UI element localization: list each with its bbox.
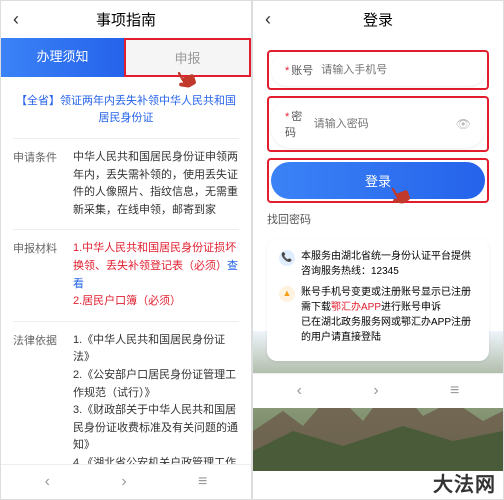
back-icon[interactable]: ‹ <box>265 9 271 30</box>
row-label: 申请条件 <box>13 149 73 219</box>
row-value: 1.中华人民共和国居民身份证损坏换领、丢失补领登记表（必须）查看 2.居民户口簿… <box>73 240 239 310</box>
password-label: 密码 <box>285 108 306 140</box>
page-title: 事项指南 <box>96 9 156 30</box>
nav-back-icon[interactable]: ‹ <box>45 473 50 491</box>
forgot-password-link[interactable]: 找回密码 <box>267 211 489 227</box>
nav-menu-icon[interactable]: ≡ <box>450 382 459 400</box>
nav-back-icon[interactable]: ‹ <box>297 382 302 400</box>
page-title: 登录 <box>363 9 393 30</box>
login-form: 账号 密码 👁 登录 找回密码 📞 <box>253 38 503 373</box>
guide-screen: ‹ 事项指南 办理须知 申报 【全省】领证两年内丢失补领中华人民共和国居民身份证… <box>0 0 252 500</box>
nav-forward-icon[interactable]: › <box>373 382 378 400</box>
account-input[interactable] <box>321 64 471 76</box>
password-input[interactable] <box>314 118 456 130</box>
password-field[interactable]: 密码 👁 <box>271 100 485 148</box>
password-field-highlight: 密码 👁 <box>267 96 489 152</box>
eye-icon[interactable]: 👁 <box>456 117 471 131</box>
nav-forward-icon[interactable]: › <box>121 473 126 491</box>
account-label: 账号 <box>285 62 313 78</box>
row-value: 中华人民共和国居民身份证申领两年内，丢失需补领的，使用丢失证件的人像照片、指纹信… <box>73 149 239 219</box>
pointer-hand-icon <box>175 66 203 101</box>
row-value: 1.《中华人民共和国居民身份证法》 2.《公安部户口居民身份证管理工作规范（试行… <box>73 332 239 464</box>
warning-icon: ▲ <box>279 286 295 302</box>
row-legal: 法律依据 1.《中华人民共和国居民身份证法》 2.《公安部户口居民身份证管理工作… <box>13 321 239 464</box>
pointer-hand-icon <box>389 182 417 217</box>
back-icon[interactable]: ‹ <box>13 9 19 30</box>
tab-notice[interactable]: 办理须知 <box>1 38 124 77</box>
header: ‹ 登录 <box>253 1 503 38</box>
account-field[interactable]: 账号 <box>271 54 485 86</box>
bottom-nav: ‹ › ≡ <box>253 373 503 408</box>
nav-menu-icon[interactable]: ≡ <box>198 473 207 491</box>
phone-icon: 📞 <box>279 250 295 266</box>
row-materials: 申报材料 1.中华人民共和国居民身份证损坏换领、丢失补领登记表（必须）查看 2.… <box>13 229 239 320</box>
info-box: 📞 本服务由湖北省统一身份认证平台提供 咨询服务热线：12345 ▲ 账号手机号… <box>267 239 489 361</box>
login-screen: ‹ 登录 账号 密码 👁 登录 <box>252 0 504 500</box>
account-field-highlight: 账号 <box>267 50 489 90</box>
bottom-nav: ‹ › ≡ <box>1 464 251 499</box>
watermark: 大法网 <box>433 468 496 497</box>
content-area: 【全省】领证两年内丢失补领中华人民共和国居民身份证 申请条件 中华人民共和国居民… <box>1 77 251 464</box>
tabs: 办理须知 申报 <box>1 38 251 77</box>
header: ‹ 事项指南 <box>1 1 251 38</box>
row-label: 申报材料 <box>13 240 73 310</box>
row-label: 法律依据 <box>13 332 73 464</box>
info-warning: ▲ 账号手机号变更或注册账号显示已注册需下载鄂汇办APP进行账号申诉 已在湖北政… <box>279 285 477 345</box>
login-button[interactable]: 登录 <box>271 162 485 199</box>
info-service: 📞 本服务由湖北省统一身份认证平台提供 咨询服务热线：12345 <box>279 249 477 279</box>
login-button-highlight: 登录 <box>267 158 489 203</box>
row-conditions: 申请条件 中华人民共和国居民身份证申领两年内，丢失需补领的，使用丢失证件的人像照… <box>13 138 239 229</box>
item-title-link[interactable]: 【全省】领证两年内丢失补领中华人民共和国居民身份证 <box>13 93 239 126</box>
